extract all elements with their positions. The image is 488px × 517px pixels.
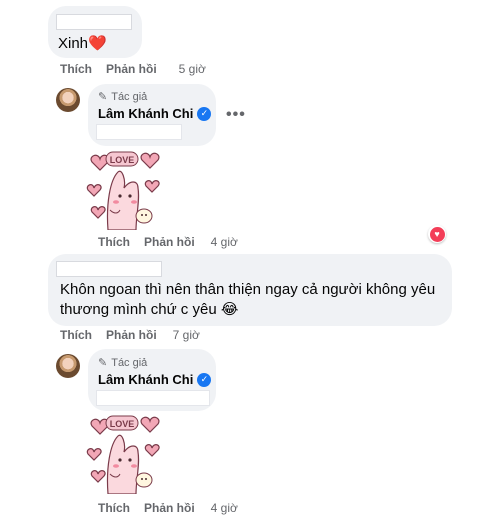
timestamp[interactable]: 7 giờ bbox=[173, 328, 200, 342]
timestamp[interactable]: 4 giờ bbox=[211, 501, 238, 515]
reply-button[interactable]: Phản hồi bbox=[144, 235, 195, 249]
author-badge: ✎ Tác giả bbox=[98, 356, 148, 370]
timestamp[interactable]: 4 giờ bbox=[211, 235, 238, 249]
author-badge-label: Tác giả bbox=[111, 356, 148, 369]
author-badge-label: Tác giả bbox=[111, 90, 148, 103]
reply-button[interactable]: Phản hồi bbox=[106, 62, 157, 76]
redacted-content bbox=[96, 390, 210, 406]
pencil-icon: ✎ bbox=[98, 91, 108, 103]
verified-badge-icon: ✓ bbox=[197, 372, 212, 387]
laughing-emoji-icon: 😂 bbox=[220, 301, 239, 318]
timestamp[interactable]: 5 giờ bbox=[179, 62, 206, 76]
author-name-text[interactable]: Lâm Khánh Chi bbox=[98, 372, 193, 387]
comment-text: Khôn ngoan thì nên thân thiện ngay cả ng… bbox=[60, 280, 435, 320]
reply-actions: Thích Phản hồi 4 giờ bbox=[98, 234, 238, 250]
more-options-icon[interactable]: ••• bbox=[226, 106, 246, 124]
comment-text-line1: Khôn ngoan thì nên thân thiện ngay cả ng… bbox=[60, 281, 436, 298]
redacted-content bbox=[96, 124, 182, 140]
heart-reaction-icon[interactable]: ♥ bbox=[428, 225, 446, 243]
avatar[interactable] bbox=[56, 354, 80, 378]
comment-text: Xinh❤️ bbox=[58, 34, 107, 54]
love-bunny-sticker: LOVE bbox=[86, 151, 160, 230]
pencil-icon: ✎ bbox=[98, 357, 108, 369]
redacted-name bbox=[56, 261, 162, 277]
like-button[interactable]: Thích bbox=[98, 501, 130, 515]
sticker-text: LOVE bbox=[110, 155, 135, 165]
heart-emoji-icon: ❤️ bbox=[88, 35, 107, 52]
reply-actions: Thích Phản hồi 4 giờ bbox=[98, 500, 238, 516]
verified-badge-icon: ✓ bbox=[197, 106, 212, 121]
like-button[interactable]: Thích bbox=[98, 235, 130, 249]
redacted-name bbox=[56, 14, 132, 30]
author-name-text[interactable]: Lâm Khánh Chi bbox=[98, 106, 193, 121]
comment-text-line2: thương mình chứ c yêu bbox=[60, 301, 217, 318]
reply-button[interactable]: Phản hồi bbox=[106, 328, 157, 342]
comment-actions: Thích Phản hồi 5 giờ bbox=[60, 61, 206, 77]
reply-button[interactable]: Phản hồi bbox=[144, 501, 195, 515]
comment-actions: Thích Phản hồi 7 giờ bbox=[60, 327, 200, 343]
love-bunny-sticker: LOVE bbox=[86, 415, 160, 494]
like-button[interactable]: Thích bbox=[60, 62, 92, 76]
author-name[interactable]: Lâm Khánh Chi ✓ bbox=[98, 106, 212, 121]
author-badge: ✎ Tác giả bbox=[98, 90, 148, 104]
author-name[interactable]: Lâm Khánh Chi ✓ bbox=[98, 372, 212, 387]
avatar[interactable] bbox=[56, 88, 80, 112]
comment-text-value: Xinh bbox=[58, 35, 89, 52]
sticker-text: LOVE bbox=[110, 419, 135, 429]
like-button[interactable]: Thích bbox=[60, 328, 92, 342]
